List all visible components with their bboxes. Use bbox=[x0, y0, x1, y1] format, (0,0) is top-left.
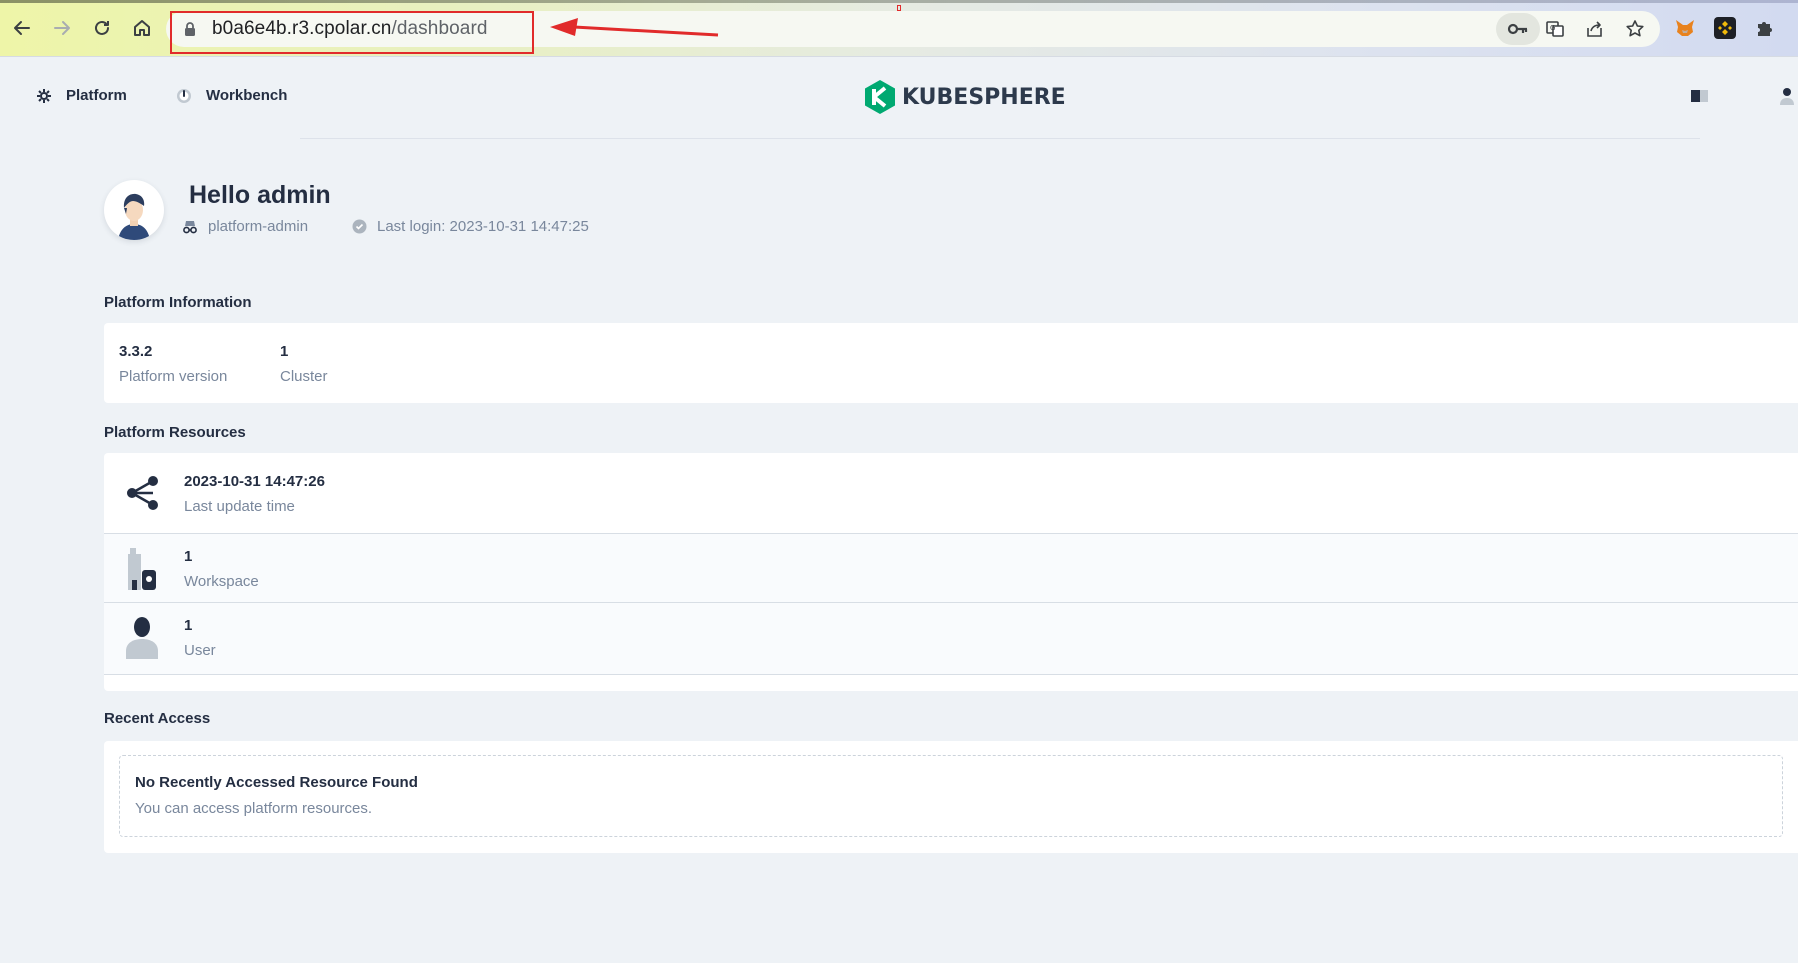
platform-info-title: Platform Information bbox=[104, 294, 252, 311]
user-menu-button[interactable] bbox=[1780, 87, 1794, 110]
nav-workbench[interactable]: Workbench bbox=[176, 87, 287, 104]
last-update-label: Last update time bbox=[184, 498, 295, 515]
cluster-stat[interactable]: 1 Cluster bbox=[280, 343, 328, 385]
fox-icon bbox=[1676, 20, 1694, 36]
resource-row-user[interactable]: 1 User bbox=[104, 603, 1798, 675]
share-button[interactable] bbox=[1583, 17, 1607, 41]
key-icon bbox=[1507, 23, 1528, 35]
cluster-label: Cluster bbox=[280, 368, 328, 385]
platform-resources-title: Platform Resources bbox=[104, 424, 246, 441]
binance-icon bbox=[1714, 17, 1736, 39]
book-icon bbox=[1691, 90, 1708, 102]
kubesphere-logo[interactable]: KUBESPHERE bbox=[864, 79, 1066, 115]
svg-text:G: G bbox=[1550, 24, 1555, 32]
extensions-button[interactable] bbox=[1753, 16, 1777, 40]
empty-state: No Recently Accessed Resource Found You … bbox=[119, 755, 1783, 837]
resource-row-workspace[interactable]: 1 Workspace bbox=[104, 534, 1798, 603]
bookmark-button[interactable] bbox=[1623, 17, 1647, 41]
puzzle-icon bbox=[1758, 22, 1772, 36]
tab-strip-edge bbox=[0, 0, 1798, 3]
back-arrow-icon bbox=[14, 21, 30, 35]
dashboard-icon bbox=[176, 88, 192, 104]
recent-access-card: No Recently Accessed Resource Found You … bbox=[104, 741, 1798, 853]
cluster-count-value: 1 bbox=[280, 343, 289, 360]
platform-version-stat: 3.3.2 Platform version bbox=[119, 343, 227, 385]
last-login: Last login: 2023-10-31 14:47:25 bbox=[352, 218, 589, 235]
empty-state-title: No Recently Accessed Resource Found bbox=[135, 774, 418, 791]
password-key-button[interactable] bbox=[1496, 13, 1540, 45]
annotation-marker bbox=[897, 5, 901, 11]
back-button[interactable] bbox=[8, 14, 36, 42]
last-login-text: Last login: 2023-10-31 14:47:25 bbox=[377, 218, 589, 235]
platform-version-label: Platform version bbox=[119, 368, 228, 385]
workspace-label: Workspace bbox=[184, 573, 259, 590]
app-header: Platform Workbench KUBESPHERE bbox=[0, 57, 1798, 139]
share-nodes-icon bbox=[126, 475, 160, 511]
annotation-arrow-icon bbox=[550, 18, 719, 37]
last-update-value: 2023-10-31 14:47:26 bbox=[184, 473, 325, 490]
reload-button[interactable] bbox=[88, 14, 116, 42]
translate-button[interactable]: G bbox=[1543, 17, 1567, 41]
greeting-title: Hello admin bbox=[189, 181, 331, 209]
workspace-count-value: 1 bbox=[184, 548, 193, 565]
kubesphere-logo-icon bbox=[865, 80, 895, 114]
browser-toolbar: b0a6e4b.r3.cpolar.cn/dashboard G bbox=[0, 0, 1798, 57]
user-icon bbox=[1780, 88, 1794, 105]
role-glasses-icon bbox=[182, 220, 198, 234]
empty-state-description: You can access platform resources. bbox=[135, 800, 373, 817]
nav-workbench-label: Workbench bbox=[206, 87, 288, 104]
binance-extension-button[interactable] bbox=[1713, 16, 1737, 40]
resource-row-last-update: 2023-10-31 14:47:26 Last update time bbox=[104, 453, 1798, 534]
header-divider bbox=[300, 138, 1700, 139]
user-role: platform-admin bbox=[182, 218, 308, 235]
nav-platform[interactable]: Platform bbox=[36, 87, 127, 104]
home-icon bbox=[134, 20, 150, 36]
nav-platform-label: Platform bbox=[66, 87, 127, 104]
reload-icon bbox=[95, 20, 109, 35]
platform-version-value: 3.3.2 bbox=[119, 343, 153, 360]
logo-text: KUBESPHERE bbox=[902, 84, 1066, 110]
avatar bbox=[104, 180, 164, 240]
user-avatar-icon bbox=[118, 193, 150, 240]
share-icon bbox=[1587, 21, 1602, 37]
workspace-icon bbox=[126, 548, 158, 590]
user-icon bbox=[126, 617, 158, 659]
user-count-value: 1 bbox=[184, 617, 193, 634]
gear-icon bbox=[36, 88, 52, 104]
star-icon bbox=[1626, 20, 1644, 37]
home-button[interactable] bbox=[128, 14, 156, 42]
forward-arrow-icon bbox=[54, 21, 70, 35]
clock-icon bbox=[352, 219, 367, 234]
metamask-extension-button[interactable] bbox=[1673, 16, 1697, 40]
translate-icon: G bbox=[1546, 21, 1564, 37]
recent-access-title: Recent Access bbox=[104, 710, 211, 727]
platform-info-card: 3.3.2 Platform version 1 Cluster bbox=[104, 323, 1798, 403]
forward-button[interactable] bbox=[48, 14, 76, 42]
user-label: User bbox=[184, 642, 216, 659]
documentation-button[interactable] bbox=[1691, 89, 1709, 108]
annotation-highlight-box bbox=[170, 11, 534, 54]
platform-resources-card: 2023-10-31 14:47:26 Last update time 1 W… bbox=[104, 453, 1798, 691]
user-role-text: platform-admin bbox=[208, 218, 309, 235]
